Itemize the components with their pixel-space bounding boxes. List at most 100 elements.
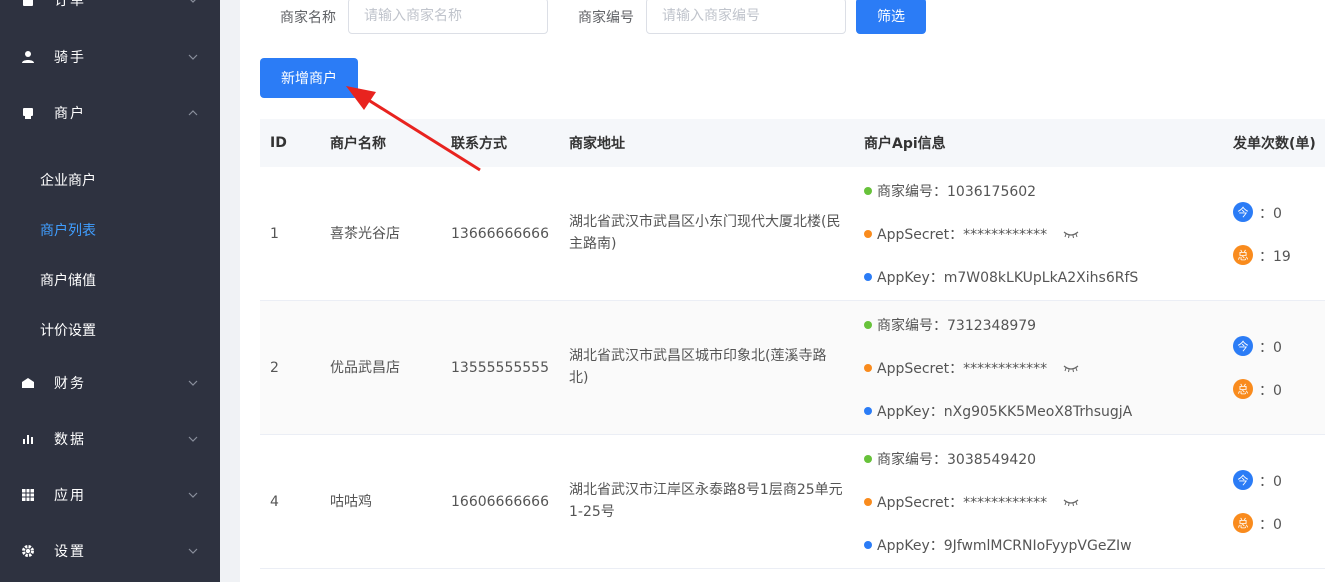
sidebar-item-finance[interactable]: 财务 <box>0 355 220 411</box>
api-app-key-text: AppKey：9JfwmlMCRNIoFyypVGeZIw <box>877 538 1132 554</box>
order-icon <box>20 0 36 8</box>
total-badge: 总 <box>1233 245 1253 265</box>
total-badge: 总 <box>1233 513 1253 533</box>
status-dot <box>864 364 872 372</box>
api-app-key-text: AppKey：nXg905KK5MeoX8TrhsugjA <box>877 404 1133 420</box>
api-app-secret: AppSecret：************ <box>864 492 1079 512</box>
chevron-down-icon <box>188 436 198 442</box>
filter-button[interactable]: 筛选 <box>856 0 926 34</box>
api-app-secret: AppSecret：************ <box>864 358 1079 378</box>
sidebar-item-rider[interactable]: 骑手 <box>0 29 220 85</box>
api-app-secret-text: AppSecret：************ <box>877 227 1048 243</box>
eye-closed-icon[interactable] <box>1063 497 1079 507</box>
status-dot <box>864 541 872 549</box>
total-badge: 总 <box>1233 379 1253 399</box>
table-header <box>260 119 1325 167</box>
sidebar-item-label: 设置 <box>54 544 86 560</box>
merchant-name-label: 商家名称 <box>280 10 336 26</box>
chevron-up-icon <box>188 110 198 116</box>
row-phone: 13555555555 <box>451 360 549 376</box>
column-header-api-info: 商户Api信息 <box>864 136 946 152</box>
today-count: ：0 <box>1259 206 1282 222</box>
api-merchant-code-text: 商家编号：3038549420 <box>877 452 1037 468</box>
status-dot <box>864 230 872 238</box>
sidebar-item-label: 应用 <box>54 488 86 504</box>
chevron-down-icon <box>188 54 198 60</box>
api-app-secret-text: AppSecret：************ <box>877 361 1048 377</box>
add-merchant-button[interactable]: 新增商户 <box>260 58 358 98</box>
row-phone: 13666666666 <box>451 226 549 242</box>
row-phone: 16606666666 <box>451 494 549 510</box>
api-merchant-code: 商家编号：1036175602 <box>864 181 1036 201</box>
sidebar-item-merchant[interactable]: 商户 <box>0 85 220 141</box>
sidebar-subitem-pricing[interactable]: 计价设置 <box>40 320 96 340</box>
merchant-code-label: 商家编号 <box>578 10 634 26</box>
row-merchant-name: 喜茶光谷店 <box>330 226 400 242</box>
total-count: ：0 <box>1259 383 1282 399</box>
api-app-secret: AppSecret：************ <box>864 224 1079 244</box>
row-id: 2 <box>270 360 279 376</box>
merchant-code-input[interactable] <box>646 0 846 34</box>
api-app-key: AppKey：9JfwmlMCRNIoFyypVGeZIw <box>864 535 1132 555</box>
total-count: ：19 <box>1259 249 1291 265</box>
row-merchant-name: 优品武昌店 <box>330 360 400 376</box>
api-app-key-text: AppKey：m7W08kLKUpLkA2Xihs6RfS <box>877 270 1139 286</box>
today-count: ：0 <box>1259 474 1282 490</box>
eye-closed-icon[interactable] <box>1063 363 1079 373</box>
column-header-id: ID <box>270 135 287 151</box>
eye-closed-icon[interactable] <box>1063 229 1079 239</box>
sidebar-item-settings[interactable]: 设置 <box>0 523 220 579</box>
status-dot <box>864 455 872 463</box>
today-badge: 今 <box>1233 336 1253 356</box>
sidebar-subitem-enterprise[interactable]: 企业商户 <box>40 170 96 190</box>
chevron-down-icon <box>190 0 196 3</box>
sidebar-item-label: 财务 <box>54 376 86 392</box>
row-id: 4 <box>270 494 279 510</box>
row-id: 1 <box>270 226 279 242</box>
today-badge: 今 <box>1233 470 1253 490</box>
chevron-down-icon <box>188 380 198 386</box>
row-address: 湖北省武汉市武昌区小东门现代大厦北楼(民主路南) <box>569 214 841 252</box>
api-merchant-code-text: 商家编号：7312348979 <box>877 318 1037 334</box>
column-header-contact: 联系方式 <box>451 136 507 152</box>
today-count: ：0 <box>1259 340 1282 356</box>
api-merchant-code: 商家编号：7312348979 <box>864 315 1036 335</box>
status-dot <box>864 321 872 329</box>
sidebar-subitem-merchant-list[interactable]: 商户列表 <box>40 220 96 240</box>
api-merchant-code: 商家编号：3038549420 <box>864 449 1036 469</box>
gear-icon <box>20 543 36 559</box>
sidebar-item-label: 骑手 <box>54 50 86 66</box>
sidebar-item-label: 商户 <box>54 106 86 122</box>
finance-icon <box>20 375 36 391</box>
sidebar: 订单 骑手 商户 企业商户 商户列表 商户储值 计价设置 财务 数据 应用 设置 <box>0 0 220 582</box>
user-icon <box>20 49 36 65</box>
sidebar-item-apps[interactable]: 应用 <box>0 467 220 523</box>
sidebar-item-label: 订单 <box>54 0 86 9</box>
status-dot <box>864 498 872 506</box>
row-merchant-name: 咕咕鸡 <box>330 494 372 510</box>
sidebar-item-label: 数据 <box>54 432 86 448</box>
status-dot <box>864 187 872 195</box>
api-merchant-code-text: 商家编号：1036175602 <box>877 184 1037 200</box>
api-app-secret-text: AppSecret：************ <box>877 495 1048 511</box>
shop-icon <box>20 105 36 121</box>
sidebar-item-data[interactable]: 数据 <box>0 411 220 467</box>
grid-icon <box>20 487 36 503</box>
column-header-address: 商家地址 <box>569 136 625 152</box>
today-badge: 今 <box>1233 202 1253 222</box>
merchant-name-input[interactable] <box>348 0 548 34</box>
row-address: 湖北省武汉市武昌区城市印象北(莲溪寺路北) <box>569 348 827 386</box>
status-dot <box>864 407 872 415</box>
bar-chart-icon <box>20 431 36 447</box>
status-dot <box>864 273 872 281</box>
api-app-key: AppKey：nXg905KK5MeoX8TrhsugjA <box>864 401 1132 421</box>
chevron-down-icon <box>188 548 198 554</box>
api-app-key: AppKey：m7W08kLKUpLkA2Xihs6RfS <box>864 267 1138 287</box>
column-header-order-count: 发单次数(单) <box>1233 136 1316 152</box>
total-count: ：0 <box>1259 517 1282 533</box>
sidebar-item-order[interactable]: 订单 <box>0 0 220 28</box>
sidebar-subitem-merchant-topup[interactable]: 商户储值 <box>40 270 96 290</box>
column-header-name: 商户名称 <box>330 136 386 152</box>
row-address: 湖北省武汉市江岸区永泰路8号1层商25单元1-25号 <box>569 482 843 520</box>
chevron-down-icon <box>188 492 198 498</box>
